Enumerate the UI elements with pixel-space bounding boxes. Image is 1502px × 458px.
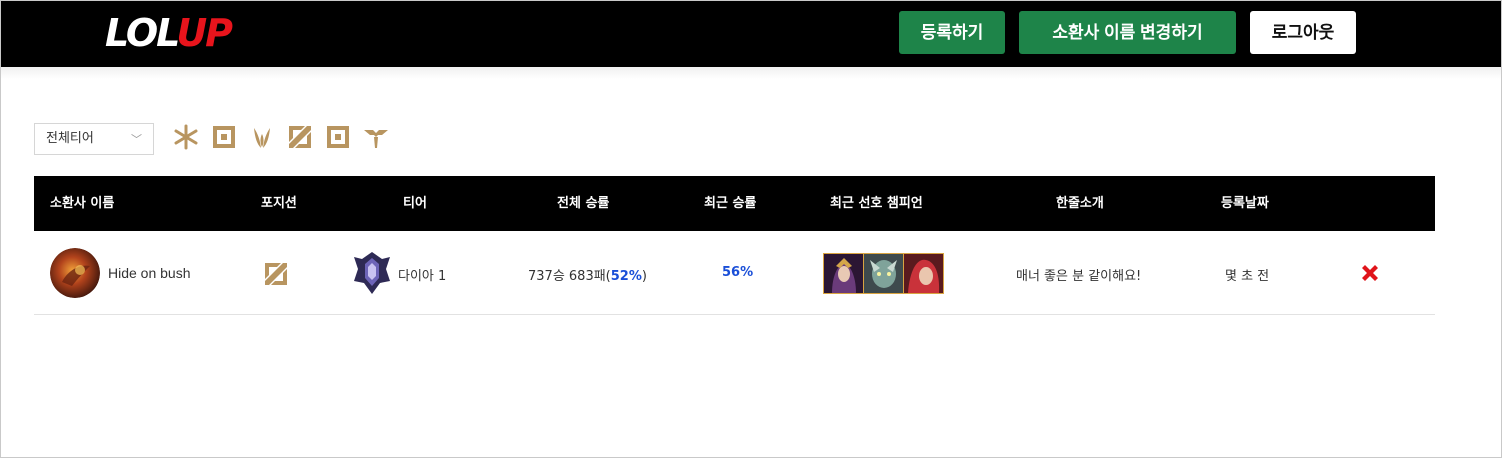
summoner-avatar xyxy=(50,248,100,298)
tier-select-value: 전체티어 xyxy=(46,131,94,146)
recent-champions xyxy=(823,253,944,294)
navbar-shadow xyxy=(1,67,1501,79)
table-row: Hide on bush 다이아 1 737승 683패(52%) 56% 매너 xyxy=(34,231,1435,315)
header-summoner-name: 소환사 이름 xyxy=(50,196,115,211)
top-icon[interactable] xyxy=(211,124,237,150)
mid-icon[interactable] xyxy=(287,124,313,150)
jungle-icon[interactable] xyxy=(249,124,275,150)
champion-portrait-2[interactable] xyxy=(864,254,903,293)
champion-portrait-3[interactable] xyxy=(904,254,943,293)
header-intro: 한줄소개 xyxy=(1056,196,1104,211)
mid-icon xyxy=(265,263,287,285)
support-icon[interactable] xyxy=(363,124,389,150)
tier-label: 다이아 1 xyxy=(398,269,447,284)
bottom-icon[interactable] xyxy=(325,124,351,150)
recent-winrate: 56% xyxy=(722,265,754,280)
logout-button[interactable]: 로그아웃 xyxy=(1250,11,1356,54)
header-recent-winrate: 최근 승률 xyxy=(704,196,757,211)
tier-select[interactable]: 전체티어 ﹀ xyxy=(34,123,154,155)
chevron-down-icon: ﹀ xyxy=(131,133,142,146)
table-header: 소환사 이름 포지션 티어 전체 승률 최근 승률 최근 선호 챔피언 한줄소개… xyxy=(34,176,1435,231)
all-positions-icon[interactable] xyxy=(173,124,199,150)
summoner-intro: 매너 좋은 분 같이해요! xyxy=(1016,269,1142,284)
champion-portrait-1[interactable] xyxy=(824,254,863,293)
total-winrate: 52% xyxy=(610,269,642,284)
top-navbar: LOLUP 등록하기 소환사 이름 변경하기 로그아웃 xyxy=(1,1,1501,67)
summoner-name[interactable]: Hide on bush xyxy=(108,265,191,281)
header-position: 포지션 xyxy=(261,196,297,211)
registered-date: 몇 초 전 xyxy=(1225,269,1270,284)
logo[interactable]: LOLUP xyxy=(105,11,233,55)
delete-icon[interactable] xyxy=(1359,262,1381,284)
rename-summoner-button[interactable]: 소환사 이름 변경하기 xyxy=(1019,11,1236,54)
header-total-winrate: 전체 승률 xyxy=(557,196,610,211)
total-record: 737승 683패(52%) xyxy=(528,269,647,284)
header-recent-champions: 최근 선호 챔피언 xyxy=(830,196,923,211)
diamond-tier-emblem-icon xyxy=(354,252,390,294)
register-button[interactable]: 등록하기 xyxy=(899,11,1005,54)
header-registered-date: 등록날짜 xyxy=(1221,196,1269,211)
header-tier: 티어 xyxy=(403,196,427,211)
